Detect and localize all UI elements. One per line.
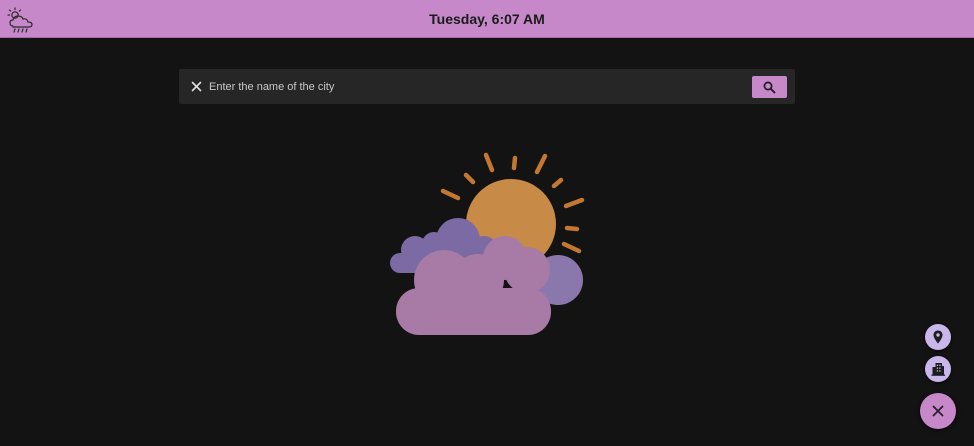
location-fab-button[interactable] — [925, 324, 951, 350]
city-search-input[interactable] — [209, 73, 747, 100]
search-button[interactable] — [752, 76, 787, 98]
city-fab-button[interactable] — [925, 356, 951, 382]
search-bar — [179, 69, 795, 104]
close-icon — [191, 81, 202, 92]
search-icon — [763, 81, 776, 94]
app-bar: Tuesday, 6:07 AM — [0, 0, 974, 38]
weather-illustration — [385, 148, 590, 338]
clear-search-button[interactable] — [187, 77, 206, 96]
page-title: Tuesday, 6:07 AM — [429, 11, 545, 27]
close-fab-button[interactable] — [920, 393, 956, 429]
close-icon — [932, 405, 944, 417]
sun-behind-clouds-icon — [390, 152, 585, 335]
city-building-icon — [931, 363, 945, 376]
location-pin-icon — [933, 330, 943, 344]
